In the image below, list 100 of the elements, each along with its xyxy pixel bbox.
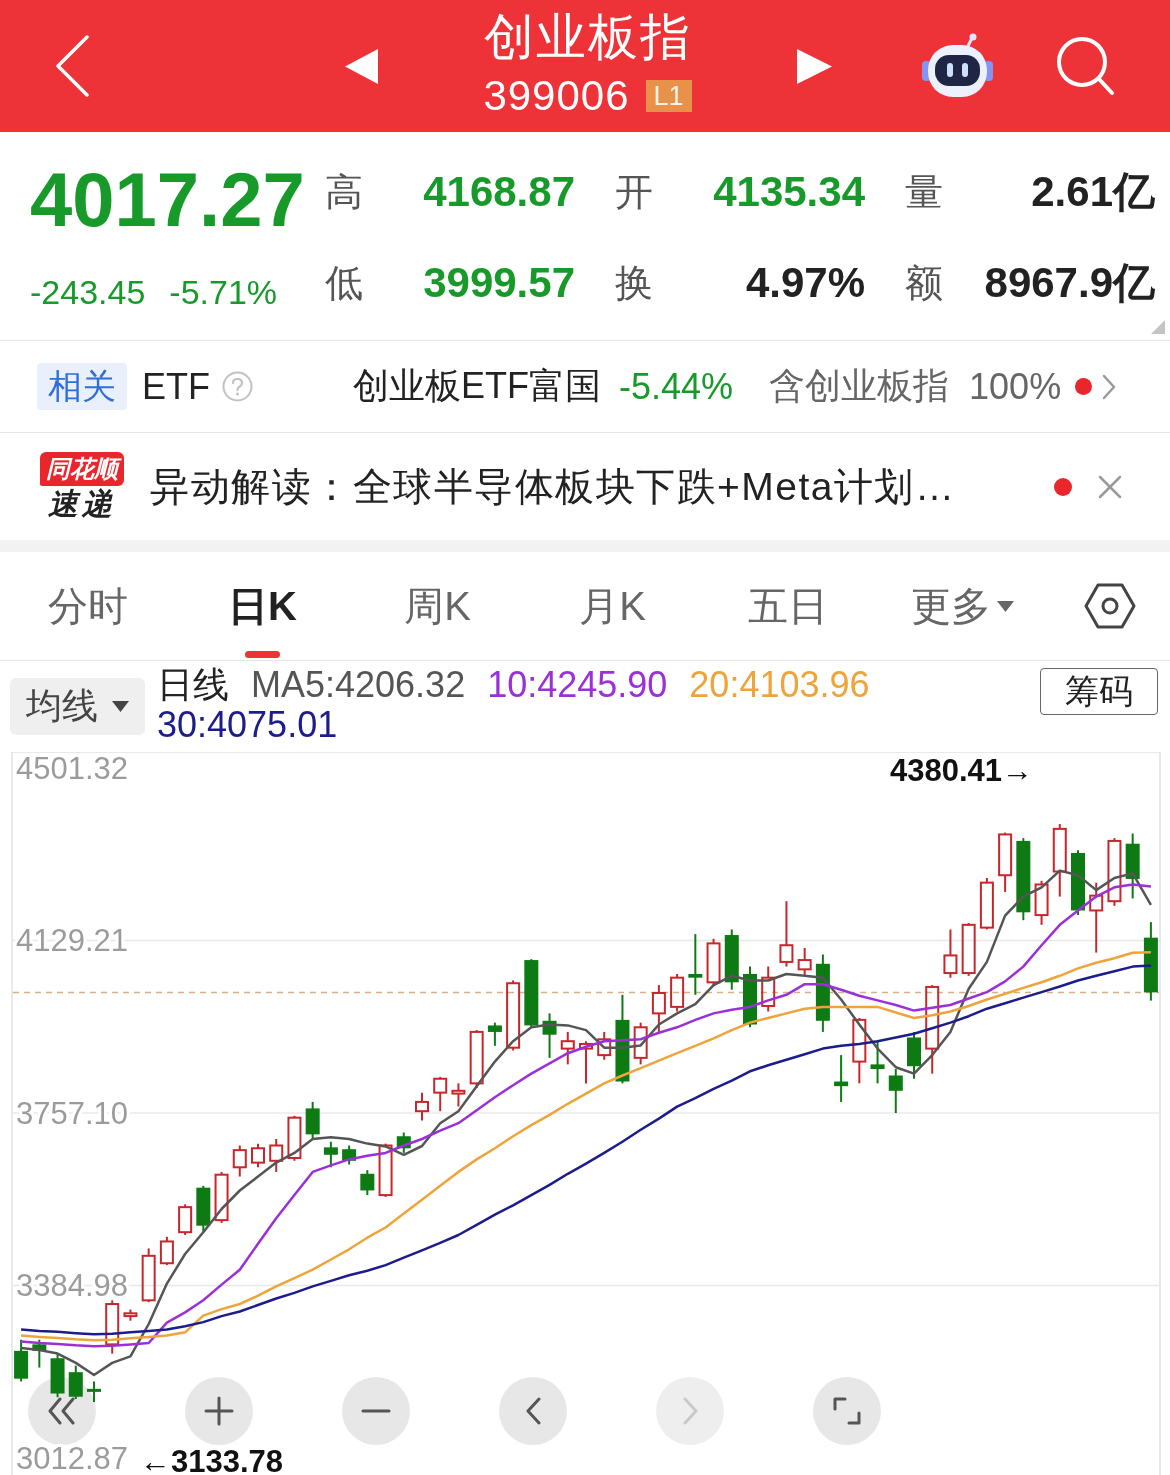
stat-label: 换 [614, 260, 654, 306]
falling-candle [724, 928, 739, 991]
last-price: 4017.27 [30, 162, 306, 238]
rising-candle [178, 1203, 193, 1236]
chart-tab[interactable]: 分时 [0, 552, 175, 660]
rising-candle [214, 1170, 229, 1224]
chevron-right-icon [682, 1397, 698, 1425]
falling-candle [542, 1012, 557, 1059]
rising-candle [651, 984, 666, 1033]
corner-triangle-icon [1151, 320, 1165, 334]
news-headline[interactable]: 异动解读：全球半导体板块下跌+Meta计划… [150, 459, 956, 514]
stat-label: 高 [325, 169, 364, 215]
rising-candle [141, 1247, 156, 1304]
settings-icon[interactable] [1084, 583, 1136, 629]
stock-code: 399006 [483, 74, 630, 118]
stat-value: 4168.87 [422, 168, 575, 216]
falling-candle [834, 1054, 849, 1103]
rising-candle [852, 1017, 867, 1085]
falling-candle [870, 1040, 885, 1085]
axis-label: 4501.32 [16, 752, 129, 786]
minus-icon [361, 1409, 391, 1413]
percent-change: -5.71% [169, 275, 278, 309]
chart-tab[interactable]: 月K [525, 552, 700, 660]
rising-candle [433, 1075, 448, 1113]
stock-name: 创业板指 [483, 8, 692, 66]
rising-candle [560, 1030, 575, 1066]
search-icon[interactable] [1055, 36, 1115, 96]
rising-candle [469, 1029, 484, 1089]
chart-tab[interactable]: 更多 [875, 552, 1050, 660]
chevron-right-icon[interactable] [1102, 373, 1117, 400]
falling-candle [342, 1144, 357, 1166]
falling-candle [1071, 849, 1085, 917]
falling-candle [14, 1338, 29, 1383]
right-triangle-icon[interactable] [797, 48, 832, 84]
falling-candle [32, 1338, 47, 1369]
etf-label: ETF [142, 365, 210, 408]
axis-label: 3384.98 [16, 1268, 129, 1304]
rising-candle [415, 1091, 429, 1122]
plus-icon [204, 1396, 234, 1426]
close-icon[interactable] [1098, 474, 1122, 499]
moving-average-value: MA5:4206.32 [251, 665, 466, 705]
stat-label: 开 [614, 169, 654, 215]
rising-candle [979, 877, 994, 931]
rising-candle [451, 1082, 466, 1108]
rising-candle [998, 831, 1013, 893]
double-chevron-left-icon [48, 1397, 76, 1425]
falling-candle [305, 1100, 320, 1140]
moving-average-value: 10:4245.90 [487, 665, 668, 705]
falling-candle [1125, 832, 1140, 900]
falling-candle [888, 1068, 903, 1115]
chart-tab[interactable]: 周K [350, 552, 525, 660]
caret-icon [997, 600, 1014, 612]
rising-candle [961, 922, 976, 977]
chevron-left-icon [525, 1397, 541, 1425]
period-label: 日线 [157, 665, 229, 705]
rising-candle [706, 937, 721, 987]
chart-tab[interactable]: 五日 [700, 552, 875, 660]
chart-tab[interactable]: 日K [175, 552, 350, 660]
brand-logo: 同花顺 [39, 451, 124, 486]
rising-candle [943, 928, 958, 979]
level-badge: L1 [645, 80, 692, 112]
chips-button[interactable]: 筹码 [1040, 668, 1158, 715]
falling-candle [396, 1131, 411, 1154]
falling-candle [360, 1169, 375, 1197]
related-tag: 相关 [37, 363, 127, 410]
falling-candle [907, 1030, 921, 1080]
stat-value: 4.97% [744, 259, 865, 307]
stat-label: 量 [904, 169, 944, 215]
stat-value: 4135.34 [712, 168, 865, 216]
axis-label: 3757.10 [16, 1095, 129, 1131]
rising-candle [287, 1114, 302, 1162]
falling-candle [68, 1364, 83, 1401]
left-triangle-icon[interactable] [345, 48, 378, 84]
moving-average-value: 20:4103.96 [689, 665, 870, 705]
axis-label: 4129.21 [16, 923, 129, 959]
rising-candle [251, 1142, 265, 1169]
falling-candle [196, 1184, 211, 1234]
rising-candle [797, 947, 812, 977]
rising-candle [105, 1299, 120, 1355]
fullscreen-icon [833, 1397, 861, 1425]
indicator-dropdown[interactable]: 均线 [10, 678, 145, 735]
back-icon[interactable] [55, 35, 89, 97]
falling-candle [524, 958, 539, 1029]
fund-change: -5.44% [619, 365, 734, 408]
rising-candle [123, 1308, 138, 1322]
stat-value: 8967.9亿 [983, 258, 1155, 308]
rising-candle [378, 1142, 393, 1198]
stat-label: 额 [904, 260, 944, 306]
rising-candle [597, 1030, 612, 1061]
rising-candle [269, 1138, 284, 1173]
rising-candle [1034, 879, 1049, 926]
caret-icon [112, 701, 129, 712]
low-marker: ←3133.78 [140, 1444, 284, 1475]
falling-candle [688, 933, 703, 996]
robot-icon[interactable] [920, 33, 995, 99]
fund-name[interactable]: 创业板ETF富国 [353, 362, 601, 411]
rising-candle [232, 1144, 247, 1178]
price-change: -243.45 [30, 275, 146, 309]
falling-candle [50, 1352, 65, 1399]
rising-candle [1107, 837, 1122, 907]
